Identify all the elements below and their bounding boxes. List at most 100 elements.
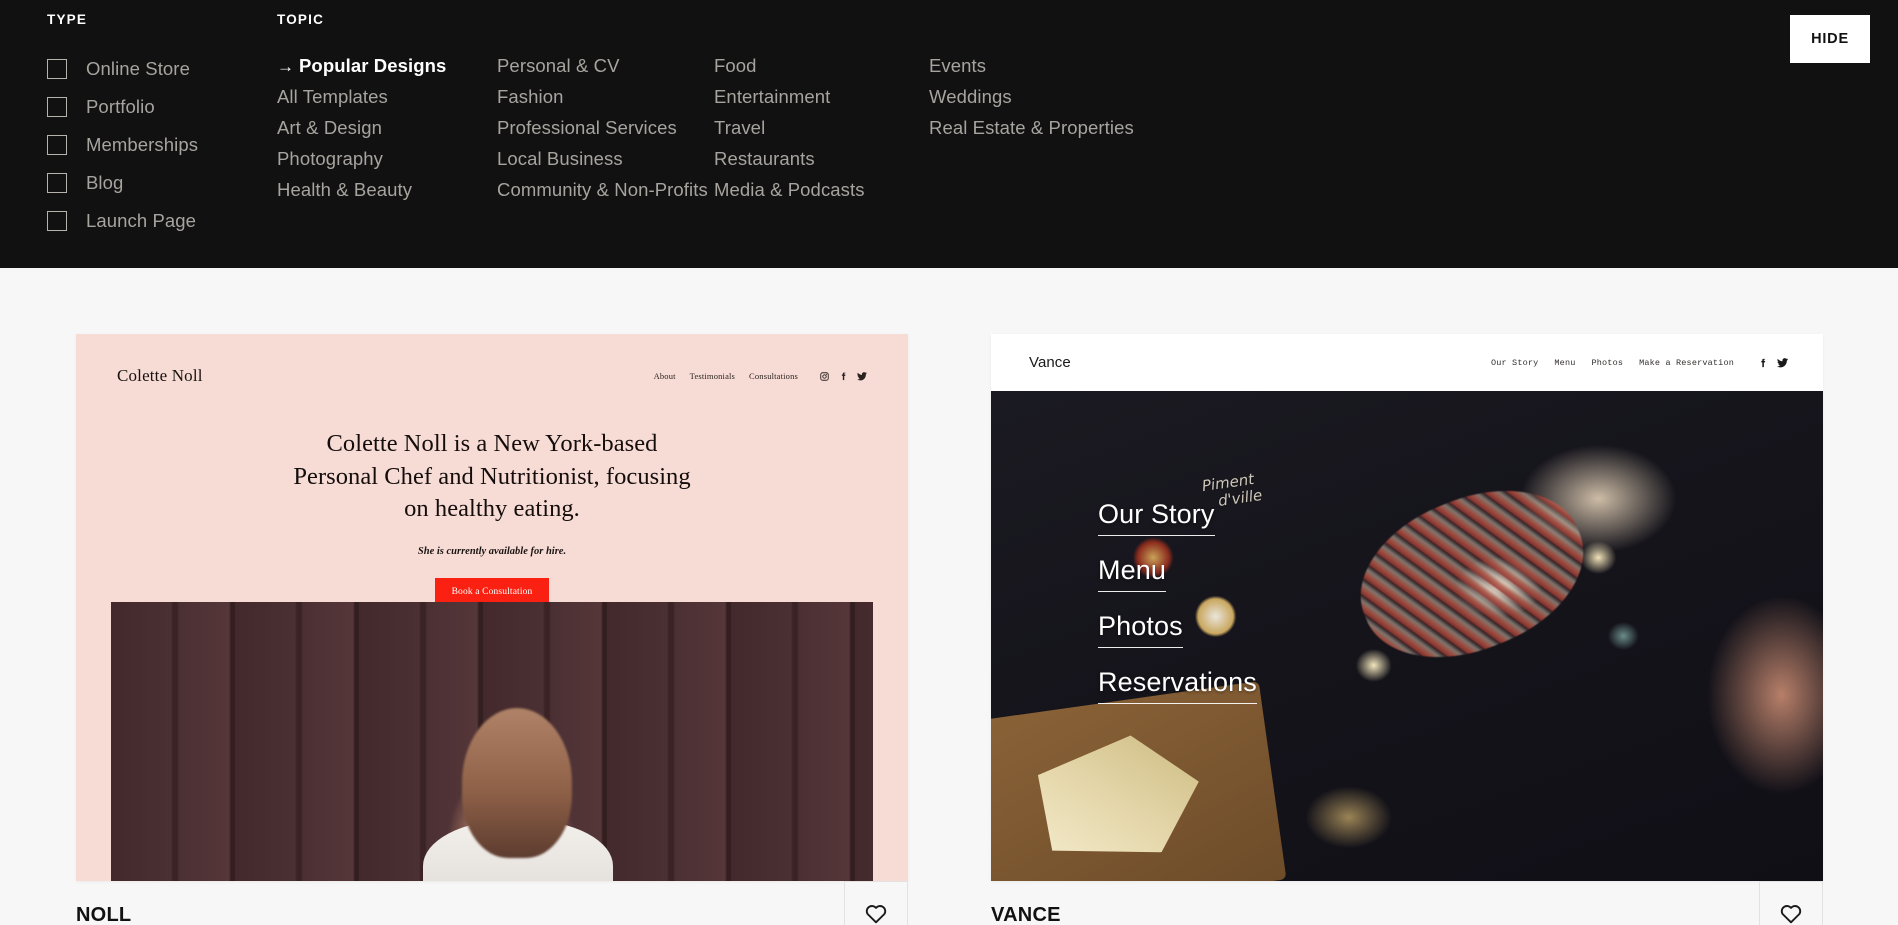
topic-item-popular-designs[interactable]: → Popular Designs <box>277 50 497 81</box>
topic-item-label: Fashion <box>497 86 564 107</box>
topic-item-label: Media & Podcasts <box>714 179 865 200</box>
noll-social-icons <box>820 371 867 381</box>
type-checkbox-row[interactable]: Blog <box>47 164 277 202</box>
topic-item-label: Local Business <box>497 148 623 169</box>
noll-hero-photo <box>111 602 873 881</box>
vance-nav-link-our-story: Our Story <box>1490 357 1539 368</box>
checkbox-icon[interactable] <box>47 97 67 117</box>
topic-item-label: Restaurants <box>714 148 815 169</box>
noll-favorite-button[interactable] <box>844 881 908 925</box>
topic-column: Events Weddings Real Estate & Properties <box>929 50 1189 205</box>
noll-card-footer: NOLL Popular DesignsHealth & BeautyPerso… <box>76 881 908 925</box>
vance-menu-item-reservations: Reservations <box>1098 669 1257 704</box>
vance-nav-link-photos: Photos <box>1591 357 1624 368</box>
template-card-noll[interactable]: Colette Noll About Testimonials Consulta… <box>76 334 908 925</box>
vance-favorite-button[interactable] <box>1759 881 1823 925</box>
vance-handwriting-line-1: Piment <box>1200 470 1256 496</box>
checkbox-icon[interactable] <box>47 135 67 155</box>
vance-menu-row-our-story: Our Story <box>1098 501 1257 557</box>
checkbox-icon[interactable] <box>47 59 67 79</box>
topic-item-professional-services[interactable]: Professional Services <box>497 112 714 143</box>
template-preview-vance[interactable]: Vance Our Story Menu Photos Make a Reser… <box>991 334 1823 881</box>
topic-filter-area: TOPIC → Popular Designs All Templates Art &… <box>277 12 1898 205</box>
vance-menu-row-photos: Photos <box>1098 613 1257 669</box>
type-checkbox-row[interactable]: Launch Page <box>47 202 277 240</box>
topic-item-label: Personal & CV <box>497 55 620 76</box>
vance-social-icons <box>1759 357 1788 368</box>
vance-menu-row-menu: Menu <box>1098 557 1257 613</box>
topic-item-events[interactable]: Events <box>929 50 1189 81</box>
topic-item-food[interactable]: Food <box>714 50 929 81</box>
topic-item-label: Events <box>929 55 987 76</box>
noll-logo: Colette Noll <box>117 366 203 385</box>
noll-card-title: NOLL <box>76 904 132 925</box>
topic-item-photography[interactable]: Photography <box>277 143 497 174</box>
topic-column: Personal & CV Fashion Professional Service… <box>497 50 714 205</box>
vance-nav-links: Our Story Menu Photos Make a Reservation <box>1491 357 1788 368</box>
topic-item-label: Food <box>714 55 757 76</box>
heart-icon <box>865 905 887 924</box>
vance-overlay-menu: Our Story Menu Photos Reservations <box>1098 501 1257 725</box>
arrow-right-icon: → <box>277 57 295 76</box>
type-checkbox-label: Portfolio <box>86 96 155 117</box>
checkbox-icon[interactable] <box>47 173 67 193</box>
vance-menu-item-our-story: Our Story <box>1098 501 1215 536</box>
type-checkbox-row[interactable]: Online Store <box>47 50 277 88</box>
vance-menu-row-reservations: Reservations <box>1098 669 1257 725</box>
topic-item-art-design[interactable]: Art & Design <box>277 112 497 143</box>
noll-nav-link-about: About <box>653 371 676 381</box>
type-checkbox-row[interactable]: Memberships <box>47 126 277 164</box>
noll-headline: Colette Noll is a New York-based Persona… <box>76 428 908 526</box>
topic-item-personal-cv[interactable]: Personal & CV <box>497 50 714 81</box>
topic-item-label: All Templates <box>277 86 388 107</box>
type-checkbox-label: Launch Page <box>86 210 197 231</box>
facebook-icon <box>1761 358 1766 368</box>
topic-item-label: Photography <box>277 148 383 169</box>
vance-card-footer: VANCE Popular DesignsLocal BusinessResta… <box>991 881 1823 925</box>
type-checkbox-label: Memberships <box>86 134 199 155</box>
noll-nav-link-consultations: Consultations <box>749 371 798 381</box>
noll-nav-link-testimonials: Testimonials <box>689 371 736 381</box>
vance-nav-link-menu: Menu <box>1554 357 1576 368</box>
topic-item-all-templates[interactable]: All Templates <box>277 81 497 112</box>
type-heading: TYPE <box>47 12 88 27</box>
topic-item-health-beauty[interactable]: Health & Beauty <box>277 174 497 205</box>
topic-item-fashion[interactable]: Fashion <box>497 81 714 112</box>
type-checkbox-row[interactable]: Portfolio <box>47 88 277 126</box>
checkbox-icon[interactable] <box>47 211 67 231</box>
topic-item-real-estate-properties[interactable]: Real Estate & Properties <box>929 112 1189 143</box>
template-grid: Colette Noll About Testimonials Consulta… <box>76 334 1823 925</box>
topic-column: → Popular Designs All Templates Art & Desig… <box>277 50 497 205</box>
topic-item-community-non-profits[interactable]: Community & Non-Profits <box>497 174 714 205</box>
topic-item-label: Health & Beauty <box>277 179 413 200</box>
noll-hero: Colette Noll is a New York-based Persona… <box>76 386 908 606</box>
facebook-icon <box>841 372 846 381</box>
twitter-icon <box>1777 357 1788 367</box>
topic-item-label: Popular Designs <box>299 55 447 76</box>
topic-item-label: Travel <box>714 117 766 138</box>
noll-site-body: Colette Noll About Testimonials Consulta… <box>76 334 908 881</box>
topic-item-restaurants[interactable]: Restaurants <box>714 143 929 174</box>
filter-panel: TYPE Online Store Portfolio Memberships Blo… <box>0 0 1898 268</box>
topic-item-travel[interactable]: Travel <box>714 112 929 143</box>
topic-item-label: Entertainment <box>714 86 831 107</box>
topic-item-label: Community & Non-Profits <box>497 179 708 200</box>
vance-nav-link-reservation: Make a Reservation <box>1639 357 1734 368</box>
heart-icon <box>1780 905 1802 924</box>
template-card-vance[interactable]: Vance Our Story Menu Photos Make a Reser… <box>991 334 1823 925</box>
noll-nav-links: About Testimonials Consultations <box>654 371 867 381</box>
template-preview-noll[interactable]: Colette Noll About Testimonials Consulta… <box>76 334 908 881</box>
vance-hero-photo: Piment d'ville Our Story Menu Photos Res… <box>991 391 1823 881</box>
topic-item-media-podcasts[interactable]: Media & Podcasts <box>714 174 929 205</box>
template-results: Colette Noll About Testimonials Consulta… <box>0 268 1898 925</box>
topic-item-entertainment[interactable]: Entertainment <box>714 81 929 112</box>
type-checkbox-label: Blog <box>86 172 124 193</box>
type-checkbox-list: Online Store Portfolio Memberships Blog Laun… <box>47 50 277 240</box>
hide-button[interactable]: HIDE <box>1790 15 1870 63</box>
twitter-icon <box>857 371 867 380</box>
noll-headline-line-1: Colette Noll is a New York-based <box>326 430 658 457</box>
topic-item-weddings[interactable]: Weddings <box>929 81 1189 112</box>
type-filter-column: TYPE Online Store Portfolio Memberships Blo… <box>47 12 277 240</box>
topic-item-local-business[interactable]: Local Business <box>497 143 714 174</box>
vance-site-body: Vance Our Story Menu Photos Make a Reser… <box>991 334 1823 881</box>
